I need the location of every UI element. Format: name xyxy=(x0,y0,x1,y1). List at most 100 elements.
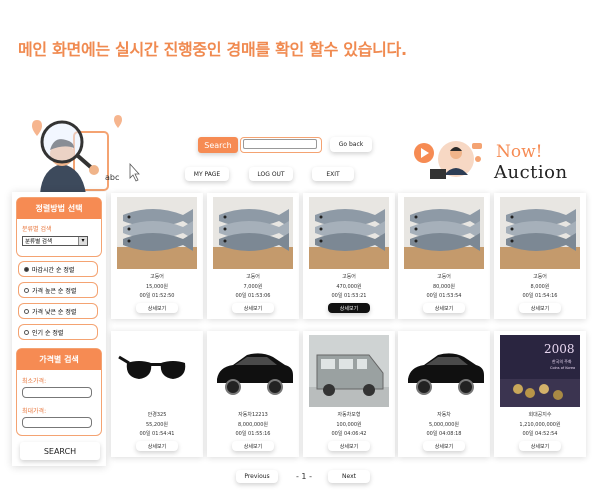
exit-button[interactable]: EXIT xyxy=(312,167,354,181)
glasses-image xyxy=(117,335,197,407)
detail-button[interactable]: 상세보기 xyxy=(423,441,465,451)
sort-panel: 정렬방법 선택 분류별 검색 분류별 검색 ▾ xyxy=(16,197,102,257)
detail-button[interactable]: 상세보기 xyxy=(423,303,465,313)
product-price: 8,000,000원 xyxy=(237,422,269,428)
go-back-button[interactable]: Go back xyxy=(330,137,372,152)
sort-option-label: 인기 순 정렬 xyxy=(32,329,64,337)
product-time: 00일 01:53:54 xyxy=(426,293,462,299)
search-button[interactable]: Search xyxy=(198,137,238,153)
radio-icon xyxy=(24,308,29,314)
logo-now: Now! xyxy=(496,142,543,162)
car-image xyxy=(213,335,293,407)
detail-button[interactable]: 상세보기 xyxy=(136,303,178,313)
product-time: 00일 01:53:06 xyxy=(235,293,271,299)
detail-button[interactable]: 상세보기 xyxy=(328,441,370,451)
product-card: 자동차12213 8,000,000원 00일 01:55:16 상세보기 xyxy=(207,331,299,457)
detail-button[interactable]: 상세보기 xyxy=(136,441,178,451)
min-price-label: 최소가격: xyxy=(22,378,47,385)
sort-option-label: 마감시간 순 정렬 xyxy=(32,266,75,274)
sort-option-popular[interactable]: 인기 순 정렬 xyxy=(18,324,98,340)
detail-button[interactable]: 상세보기 xyxy=(328,303,370,313)
product-time: 00일 01:53:21 xyxy=(331,293,367,299)
product-time: 00일 01:55:16 xyxy=(235,431,271,437)
product-name: 고등어 xyxy=(437,274,451,280)
product-image[interactable] xyxy=(117,197,197,269)
product-image[interactable] xyxy=(309,197,389,269)
price-panel: 가격별 검색 최소가격: 최대가격: xyxy=(16,348,102,436)
product-image[interactable] xyxy=(117,335,197,407)
sort-panel-title: 정렬방법 선택 xyxy=(17,198,101,219)
product-name: 자동차모형 xyxy=(337,412,361,418)
product-card: 고등어 80,000원 00일 01:53:54 상세보기 xyxy=(398,193,490,319)
next-button[interactable]: Next xyxy=(328,470,370,483)
detail-button[interactable]: 상세보기 xyxy=(519,441,561,451)
product-name: 고등어 xyxy=(342,274,356,280)
radio-icon xyxy=(24,266,29,272)
product-card: 고등어 470,000원 00일 01:53:21 상세보기 xyxy=(303,193,395,319)
product-price: 15,000원 xyxy=(145,284,169,290)
product-name: 자동차 xyxy=(437,412,451,418)
min-price-input[interactable] xyxy=(22,387,92,398)
product-card: 안경325 55,200원 00일 01:54:41 상세보기 xyxy=(111,331,203,457)
mascot-text: abc xyxy=(105,173,120,182)
fish-image xyxy=(404,197,484,269)
product-price: 80,000원 xyxy=(432,284,456,290)
product-price: 470,000원 xyxy=(336,284,362,290)
radio-icon xyxy=(24,287,29,293)
fish-image xyxy=(309,197,389,269)
product-image[interactable] xyxy=(213,197,293,269)
fish-image xyxy=(500,197,580,269)
price-search-button[interactable]: SEARCH xyxy=(20,442,100,460)
poster-sub: 한국의 주화 xyxy=(552,358,572,364)
logout-button[interactable]: LOG OUT xyxy=(249,167,293,181)
product-image[interactable]: 2008 한국의 주화 Coins of Korea xyxy=(500,335,580,407)
radio-icon xyxy=(24,329,29,335)
sort-option-label: 가격 낮은 순 정렬 xyxy=(32,308,77,316)
coin-poster-image: 2008 한국의 주화 Coins of Korea xyxy=(500,335,580,407)
search-input[interactable] xyxy=(243,139,317,149)
page-indicator: - 1 - xyxy=(296,472,312,481)
product-price: 5,000,000원 xyxy=(428,422,460,428)
mascot-illustration xyxy=(14,112,154,194)
product-time: 00일 01:54:16 xyxy=(522,293,558,299)
max-price-input[interactable] xyxy=(22,417,92,428)
detail-button[interactable]: 상세보기 xyxy=(232,303,274,313)
category-select[interactable]: 분류별 검색 ▾ xyxy=(22,236,88,246)
sort-option-label: 가격 높은 순 정렬 xyxy=(32,287,77,295)
detail-button[interactable]: 상세보기 xyxy=(232,441,274,451)
previous-button[interactable]: Previous xyxy=(236,470,278,483)
product-time: 00일 04:08:18 xyxy=(426,431,462,437)
product-name: 고등어 xyxy=(533,274,547,280)
product-time: 00일 04:06:42 xyxy=(331,431,367,437)
search-input-frame xyxy=(240,137,322,153)
product-card: 2008 한국의 주화 Coins of Korea 회대공지수 1,210,00… xyxy=(494,331,586,457)
product-image[interactable] xyxy=(213,335,293,407)
product-name: 회대공지수 xyxy=(528,412,552,418)
product-price: 55,200원 xyxy=(145,422,169,428)
product-card: 고등어 7,000원 00일 01:53:06 상세보기 xyxy=(207,193,299,319)
product-name: 안경325 xyxy=(147,412,167,418)
detail-button[interactable]: 상세보기 xyxy=(519,303,561,313)
product-image[interactable] xyxy=(404,197,484,269)
product-price: 7,000원 xyxy=(243,284,263,290)
sort-option-price-high[interactable]: 가격 높은 순 정렬 xyxy=(18,282,98,298)
product-card: 고등어 8,000원 00일 01:54:16 상세보기 xyxy=(494,193,586,319)
sort-option-price-low[interactable]: 가격 낮은 순 정렬 xyxy=(18,303,98,319)
product-card: 자동차모형 100,000원 00일 04:06:42 상세보기 xyxy=(303,331,395,457)
page-caption: 메인 화면에는 실시간 진행중인 경매를 확인 할수 있습니다. xyxy=(18,40,407,59)
max-price-label: 최대가격: xyxy=(22,408,47,415)
car-image xyxy=(404,335,484,407)
van-image xyxy=(309,335,389,407)
product-time: 00일 01:54:41 xyxy=(139,431,175,437)
logo-person-icon xyxy=(414,141,482,179)
product-image[interactable] xyxy=(309,335,389,407)
price-panel-title: 가격별 검색 xyxy=(17,349,101,370)
product-name: 고등어 xyxy=(150,274,164,280)
product-price: 100,000원 xyxy=(336,422,362,428)
my-page-button[interactable]: MY PAGE xyxy=(185,167,229,181)
chevron-down-icon: ▾ xyxy=(78,237,87,245)
sort-option-deadline[interactable]: 마감시간 순 정렬 xyxy=(18,261,98,277)
product-image[interactable] xyxy=(500,197,580,269)
product-image[interactable] xyxy=(404,335,484,407)
product-price: 8,000원 xyxy=(530,284,550,290)
